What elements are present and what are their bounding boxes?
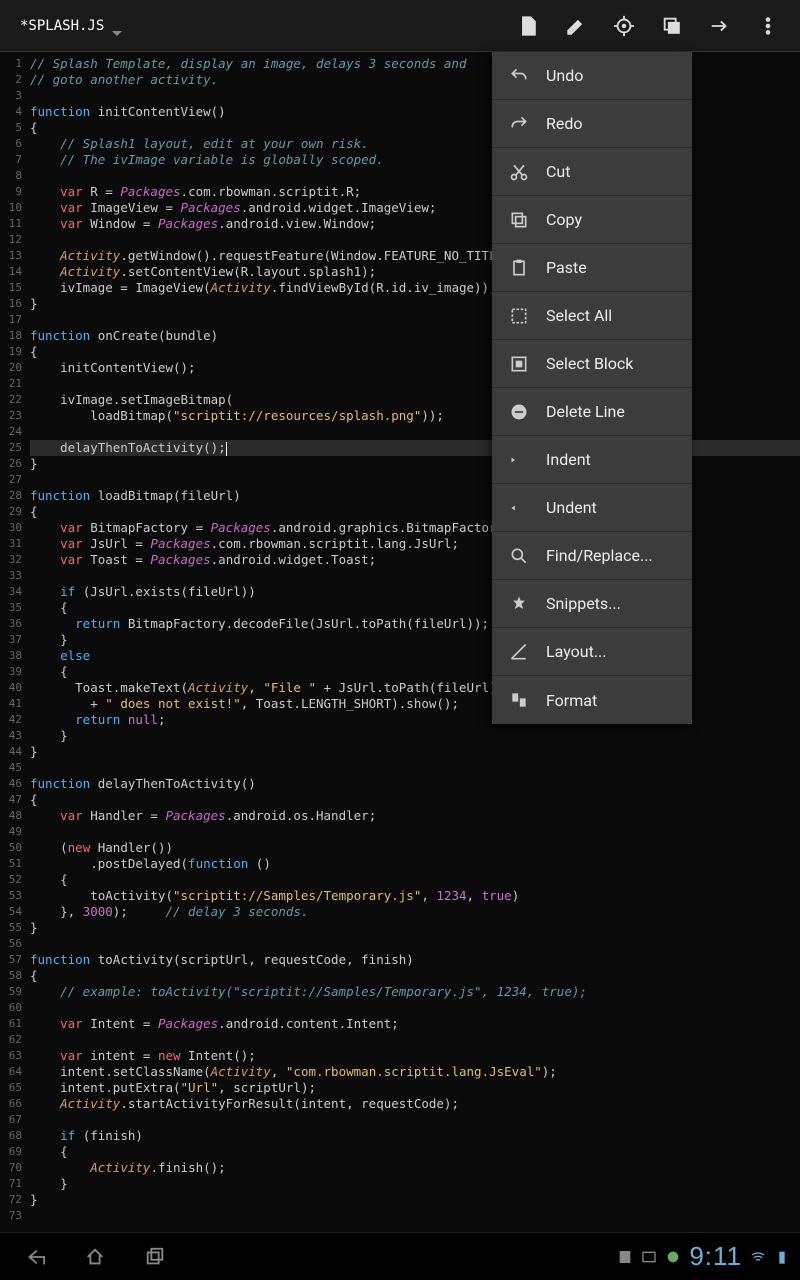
code-line[interactable]: intent.putExtra("Url", scriptUrl); (30, 1080, 800, 1096)
delete-line-icon (506, 402, 532, 422)
overflow-icon[interactable] (744, 2, 792, 50)
system-navbar: 9:11 (0, 1232, 800, 1280)
code-line[interactable]: { (30, 968, 800, 984)
code-line[interactable]: } (30, 1192, 800, 1208)
android-icon (665, 1249, 681, 1265)
code-line[interactable]: var intent = new Intent(); (30, 1048, 800, 1064)
code-line[interactable]: var Intent = Packages.android.content.In… (30, 1016, 800, 1032)
code-line[interactable]: intent.setClassName(Activity, "com.rbowm… (30, 1064, 800, 1080)
clock: 9:11 (689, 1241, 742, 1272)
code-line[interactable]: (new Handler()) (30, 840, 800, 856)
code-line[interactable]: } (30, 744, 800, 760)
menu-undent[interactable]: Undent (492, 484, 692, 532)
app-toolbar: *SPLASH.JS (0, 0, 800, 52)
menu-snippets[interactable]: Snippets... (492, 580, 692, 628)
run-icon[interactable] (696, 2, 744, 50)
menu-item-label: Copy (546, 210, 582, 229)
code-line[interactable]: function delayThenToActivity() (30, 776, 800, 792)
menu-item-label: Cut (546, 162, 570, 181)
code-line[interactable] (30, 1208, 800, 1224)
code-line[interactable]: } (30, 728, 800, 744)
gallery-icon (641, 1249, 657, 1265)
code-line[interactable]: Activity.startActivityForResult(intent, … (30, 1096, 800, 1112)
menu-select-block[interactable]: Select Block (492, 340, 692, 388)
code-line[interactable]: { (30, 1144, 800, 1160)
undo-icon (506, 66, 532, 86)
menu-item-label: Select All (546, 306, 612, 325)
menu-item-label: Paste (546, 258, 587, 277)
menu-item-label: Layout... (546, 642, 607, 661)
code-line[interactable] (30, 1112, 800, 1128)
cut-icon (506, 162, 532, 182)
menu-item-label: Indent (546, 450, 591, 469)
code-line[interactable] (30, 1032, 800, 1048)
menu-item-label: Delete Line (546, 402, 625, 421)
code-line[interactable] (30, 1000, 800, 1016)
menu-item-label: Undo (546, 66, 583, 85)
sd-icon (617, 1249, 633, 1265)
find-icon (506, 546, 532, 566)
copy-icon[interactable] (648, 2, 696, 50)
line-gutter: 1234567891011121314151617181920212223242… (0, 52, 26, 1224)
status-bar: 9:11 (617, 1241, 790, 1272)
code-line[interactable]: { (30, 872, 800, 888)
menu-cut[interactable]: Cut (492, 148, 692, 196)
select-block-icon (506, 354, 532, 374)
select-all-icon (506, 306, 532, 326)
target-icon[interactable] (600, 2, 648, 50)
indent-icon (506, 450, 532, 470)
menu-item-label: Snippets... (546, 594, 621, 613)
code-line[interactable]: .postDelayed(function () (30, 856, 800, 872)
code-line[interactable]: Activity.finish(); (30, 1160, 800, 1176)
menu-layout[interactable]: Layout... (492, 628, 692, 676)
undent-icon (506, 498, 532, 518)
code-line[interactable]: if (finish) (30, 1128, 800, 1144)
menu-format[interactable]: Format (492, 676, 692, 724)
menu-item-label: Format (546, 691, 597, 710)
format-icon (506, 690, 532, 710)
menu-delete-line[interactable]: Delete Line (492, 388, 692, 436)
code-line[interactable]: toActivity("scriptit://Samples/Temporary… (30, 888, 800, 904)
edit-icon[interactable] (552, 2, 600, 50)
menu-undo[interactable]: Undo (492, 52, 692, 100)
menu-select-all[interactable]: Select All (492, 292, 692, 340)
code-line[interactable]: } (30, 920, 800, 936)
wifi-icon (750, 1249, 766, 1265)
menu-item-label: Redo (546, 114, 583, 133)
menu-item-label: Select Block (546, 354, 633, 373)
context-menu: Undo Redo Cut Copy Paste Select All Select Blo… (492, 52, 692, 724)
code-line[interactable] (30, 936, 800, 952)
menu-copy[interactable]: Copy (492, 196, 692, 244)
code-line[interactable] (30, 824, 800, 840)
layout-icon (506, 642, 532, 662)
menu-indent[interactable]: Indent (492, 436, 692, 484)
code-line[interactable]: { (30, 792, 800, 808)
code-line[interactable]: // example: toActivity("scriptit://Sampl… (30, 984, 800, 1000)
file-tab[interactable]: *SPLASH.JS (8, 12, 116, 40)
code-line[interactable]: } (30, 1176, 800, 1192)
menu-item-label: Undent (546, 498, 597, 517)
recents-button[interactable] (130, 1237, 180, 1277)
code-line[interactable] (30, 760, 800, 776)
battery-icon (774, 1249, 790, 1265)
menu-paste[interactable]: Paste (492, 244, 692, 292)
code-line[interactable]: }, 3000); // delay 3 seconds. (30, 904, 800, 920)
back-button[interactable] (10, 1237, 60, 1277)
file-icon[interactable] (504, 2, 552, 50)
code-line[interactable]: function toActivity(scriptUrl, requestCo… (30, 952, 800, 968)
home-button[interactable] (70, 1237, 120, 1277)
snippets-icon (506, 594, 532, 614)
menu-find-replace[interactable]: Find/Replace... (492, 532, 692, 580)
code-line[interactable]: var Handler = Packages.android.os.Handle… (30, 808, 800, 824)
copy-icon (506, 210, 532, 230)
redo-icon (506, 114, 532, 134)
menu-item-label: Find/Replace... (546, 546, 653, 565)
paste-icon (506, 258, 532, 278)
menu-redo[interactable]: Redo (492, 100, 692, 148)
